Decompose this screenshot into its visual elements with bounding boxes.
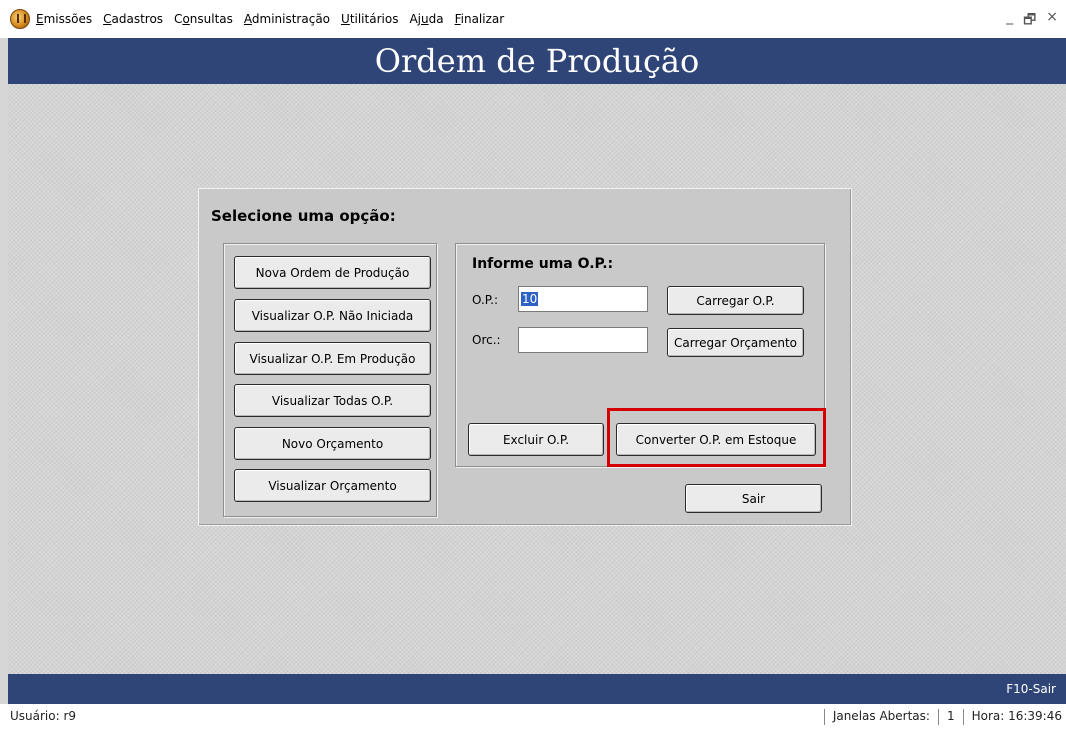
app-logo-icon	[10, 9, 30, 29]
footer-bar: F10-Sair	[8, 674, 1066, 704]
open-windows-label: Janelas Abertas:	[832, 709, 930, 723]
status-time: Hora: 16:39:46	[971, 709, 1062, 723]
open-windows-count: 1	[946, 709, 955, 723]
highlight-box	[607, 408, 826, 467]
delete-op-button[interactable]: Excluir O.P.	[468, 423, 604, 456]
options-group: Nova Ordem de Produção Visualizar O.P. N…	[223, 243, 437, 517]
exit-button[interactable]: Sair	[685, 484, 822, 513]
orc-label: Orc.:	[472, 333, 501, 347]
page-title: Ordem de Produção	[8, 38, 1066, 84]
menu-utilitarios[interactable]: Utilitários	[341, 12, 398, 26]
menu-bar: Emissões Cadastros Consultas Administraç…	[0, 0, 1066, 38]
new-quote-button[interactable]: Novo Orçamento	[234, 427, 431, 460]
status-divider	[962, 709, 964, 725]
panel-title: Selecione uma opção:	[211, 207, 396, 225]
minimize-icon[interactable]: _	[1006, 9, 1013, 33]
view-not-started-op-button[interactable]: Visualizar O.P. Não Iniciada	[234, 299, 431, 332]
menu-emissoes[interactable]: Emissões	[36, 12, 92, 26]
close-icon[interactable]: ×	[1046, 9, 1058, 33]
load-op-button[interactable]: Carregar O.P.	[667, 286, 804, 315]
view-quote-button[interactable]: Visualizar Orçamento	[234, 469, 431, 502]
op-label: O.P.:	[472, 293, 498, 307]
menu-finalizar[interactable]: Finalizar	[455, 12, 505, 26]
window-controls: _ 🗗 ×	[1006, 9, 1058, 33]
restore-icon[interactable]: 🗗	[1023, 9, 1036, 33]
menu-ajuda[interactable]: Ajuda	[409, 12, 443, 26]
op-group-title: Informe uma O.P.:	[472, 256, 614, 272]
f10-exit-shortcut[interactable]: F10-Sair	[1006, 674, 1056, 704]
menu-administracao[interactable]: Administração	[244, 12, 330, 26]
status-bar: Usuário: r9 Janelas Abertas: 1 Hora: 16:…	[0, 704, 1066, 729]
status-right: Janelas Abertas: 1 Hora: 16:39:46	[823, 709, 1062, 725]
menu-cadastros[interactable]: Cadastros	[103, 12, 163, 26]
options-panel: Selecione uma opção: Nova Ordem de Produ…	[198, 188, 852, 526]
status-user: Usuário: r9	[10, 709, 77, 723]
menu-consultas[interactable]: Consultas	[174, 12, 233, 26]
orc-input[interactable]	[518, 327, 648, 353]
view-in-production-op-button[interactable]: Visualizar O.P. Em Produção	[234, 342, 431, 375]
op-input[interactable]: 10	[518, 286, 648, 312]
view-all-op-button[interactable]: Visualizar Todas O.P.	[234, 384, 431, 417]
status-divider	[937, 709, 939, 725]
new-production-order-button[interactable]: Nova Ordem de Produção	[234, 256, 431, 289]
op-input-value: 10	[521, 292, 539, 306]
status-divider	[823, 709, 825, 725]
load-quote-button[interactable]: Carregar Orçamento	[667, 328, 804, 357]
